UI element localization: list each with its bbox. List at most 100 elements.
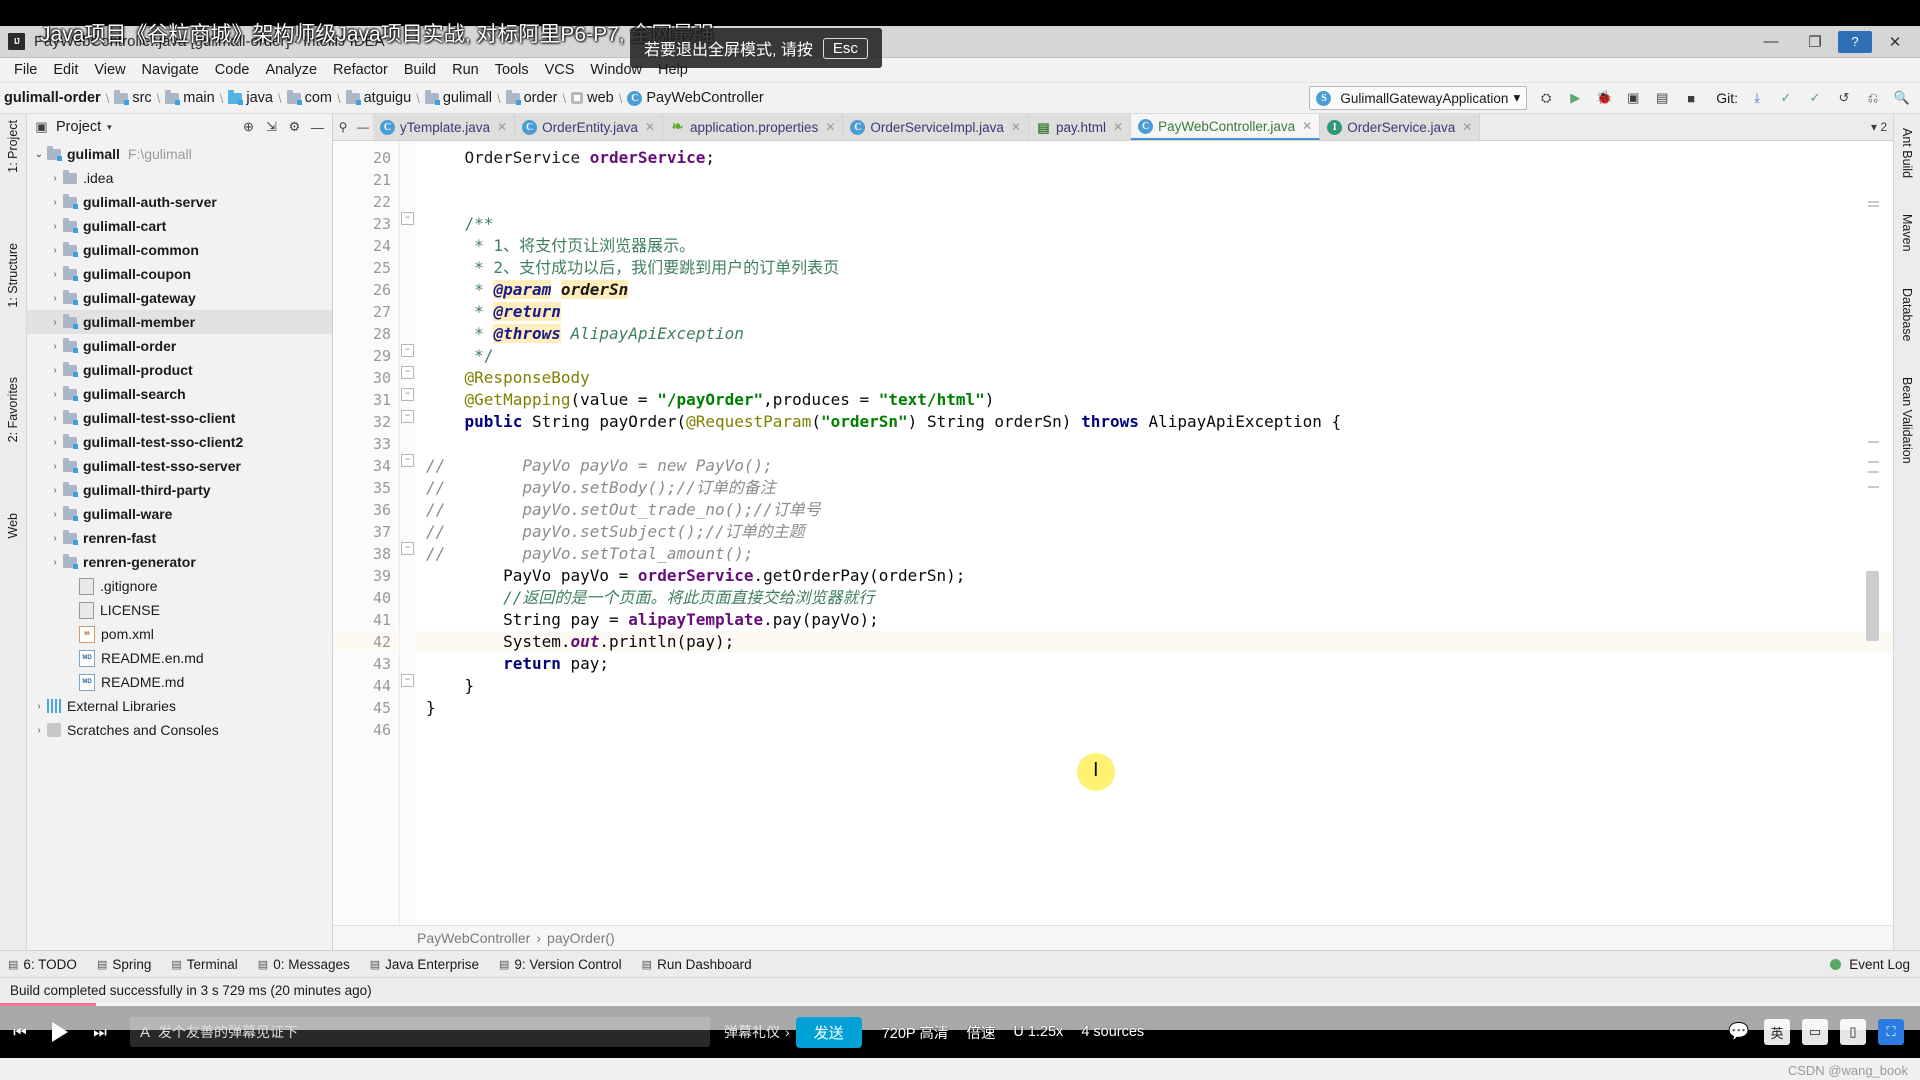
wide-screen-icon[interactable]: ▯ <box>1840 1019 1866 1045</box>
danmaku-etiquette-link[interactable]: 弹幕礼仪 › <box>724 1022 790 1042</box>
tree-node[interactable]: › gulimall-third-party <box>27 478 332 502</box>
tree-node[interactable]: › gulimall-test-sso-client2 <box>27 430 332 454</box>
code-line[interactable]: System.out.println(pay); <box>416 631 1893 653</box>
code-line[interactable]: @GetMapping(value = "/payOrder",produces… <box>416 389 1893 411</box>
breadcrumb-item-java[interactable]: java <box>228 89 273 106</box>
code-line[interactable] <box>416 719 1893 741</box>
debug-icon[interactable]: 🐞 <box>1594 88 1614 108</box>
tree-node[interactable]: MD README.en.md <box>27 646 332 670</box>
breadcrumb-item-paywebcontroller[interactable]: C PayWebController <box>627 90 764 106</box>
breadcrumb-item-main[interactable]: main <box>165 89 215 106</box>
chevron-icon[interactable]: › <box>31 725 47 736</box>
locate-icon[interactable]: ⊕ <box>240 119 257 136</box>
menu-item-build[interactable]: Build <box>396 60 444 80</box>
editor-tab[interactable]: ▤ pay.html ✕ <box>1028 114 1132 140</box>
code-line[interactable]: } <box>416 697 1893 719</box>
episode-selector[interactable]: U 1.25x <box>1013 1024 1063 1040</box>
code-line[interactable]: * 2、支付成功以后，我们要跳到用户的订单列表页 <box>416 257 1893 279</box>
chevron-icon[interactable]: › <box>47 317 63 328</box>
chevron-icon[interactable]: › <box>47 173 63 184</box>
send-danmaku-button[interactable]: 发送 <box>795 1016 862 1048</box>
pip-icon[interactable]: ▭ <box>1802 1019 1828 1045</box>
tree-node[interactable]: › renren-generator <box>27 550 332 574</box>
ime-cn-icon[interactable]: 英 <box>1764 1019 1790 1045</box>
code-line[interactable]: public String payOrder(@RequestParam("or… <box>416 411 1893 433</box>
chevron-icon[interactable]: › <box>47 461 63 472</box>
chevron-icon[interactable]: › <box>47 509 63 520</box>
menu-item-code[interactable]: Code <box>207 60 258 80</box>
run-icon[interactable]: ▶ <box>1565 88 1585 108</box>
chevron-icon[interactable]: › <box>31 701 47 712</box>
fold-toggle-icon[interactable]: − <box>401 388 414 401</box>
editor-tab[interactable]: C PayWebController.java ✕ <box>1131 114 1321 140</box>
chevron-icon[interactable]: › <box>47 413 63 424</box>
tree-node[interactable]: › gulimall-member <box>27 310 332 334</box>
chevron-icon[interactable]: › <box>47 557 63 568</box>
code-line[interactable]: // payVo.setBody();//订单的备注 <box>416 477 1893 499</box>
tool-strip-item-favorites[interactable]: 2: Favorites <box>6 377 20 442</box>
code-line[interactable]: * 1、将支付页让浏览器展示。 <box>416 235 1893 257</box>
close-icon[interactable]: ✕ <box>1113 120 1123 134</box>
tool-window-messages[interactable]: ▤ 0: Messages <box>258 957 350 972</box>
menu-item-refactor[interactable]: Refactor <box>325 60 396 80</box>
close-icon[interactable]: ✕ <box>1302 119 1312 133</box>
tree-node[interactable]: › gulimall-gateway <box>27 286 332 310</box>
hide-icon[interactable]: — <box>309 119 326 136</box>
rollback-icon[interactable]: ⎌ <box>1863 88 1883 108</box>
fold-toggle-icon[interactable]: − <box>401 366 414 379</box>
code-line[interactable]: OrderService orderService; <box>416 147 1893 169</box>
code-line[interactable]: */ <box>416 345 1893 367</box>
menu-item-vcs[interactable]: VCS <box>537 60 583 80</box>
code-line[interactable]: PayVo payVo = orderService.getOrderPay(o… <box>416 565 1893 587</box>
tree-node[interactable]: › Scratches and Consoles <box>27 718 332 742</box>
code-line[interactable]: * @param orderSn <box>416 279 1893 301</box>
editor-tab[interactable]: ❧ application.properties ✕ <box>662 114 844 140</box>
next-icon[interactable]: ⏭ <box>80 1012 120 1052</box>
fold-toggle-icon[interactable]: − <box>401 542 414 555</box>
breadcrumb-item-src[interactable]: src <box>114 89 152 106</box>
close-icon[interactable]: ✕ <box>1462 120 1472 134</box>
breadcrumb-class[interactable]: PayWebController <box>417 930 530 946</box>
profile-icon[interactable]: ▤ <box>1652 88 1672 108</box>
chevron-icon[interactable]: › <box>47 365 63 376</box>
tree-node[interactable]: › gulimall-test-sso-server <box>27 454 332 478</box>
menu-item-navigate[interactable]: Navigate <box>134 60 207 80</box>
code-line[interactable]: * @throws AlipayApiException <box>416 323 1893 345</box>
tool-strip-item-structure[interactable]: 1: Structure <box>6 243 20 308</box>
tree-node[interactable]: MD README.md <box>27 670 332 694</box>
settings-icon[interactable]: ⚙ <box>286 119 303 136</box>
tool-window-todo[interactable]: ▤ 6: TODO <box>8 957 77 972</box>
menu-item-file[interactable]: File <box>6 60 45 80</box>
tree-node[interactable]: .gitignore <box>27 574 332 598</box>
chevron-icon[interactable]: › <box>47 197 63 208</box>
editor-tab[interactable]: C OrderEntity.java ✕ <box>515 114 663 140</box>
menu-item-run[interactable]: Run <box>444 60 487 80</box>
danmaku-style-icon[interactable]: A <box>140 1024 150 1041</box>
tool-window-rundashboard[interactable]: ▤ Run Dashboard <box>642 957 752 972</box>
maximize-button[interactable]: ❐ <box>1794 29 1836 55</box>
commit-icon[interactable]: ✓ <box>1776 88 1796 108</box>
code-line[interactable] <box>416 433 1893 455</box>
tree-node[interactable]: › gulimall-auth-server <box>27 190 332 214</box>
chevron-icon[interactable]: › <box>47 533 63 544</box>
update-project-icon[interactable]: ⤓ <box>1747 88 1767 108</box>
help-button[interactable]: ? <box>1838 30 1872 53</box>
editor-tab[interactable]: C OrderServiceImpl.java ✕ <box>843 114 1029 140</box>
chevron-icon[interactable]: › <box>47 221 63 232</box>
fold-toggle-icon[interactable]: − <box>401 212 414 225</box>
breadcrumb-method[interactable]: payOrder() <box>547 930 615 946</box>
breadcrumb-item-gulimall[interactable]: gulimall <box>424 89 492 106</box>
video-progress-bar[interactable] <box>0 1003 1920 1006</box>
menu-item-edit[interactable]: Edit <box>45 60 86 80</box>
collapse-all-icon[interactable]: ⇲ <box>263 119 280 136</box>
close-icon[interactable]: ✕ <box>1011 120 1021 134</box>
menu-item-tools[interactable]: Tools <box>487 60 537 80</box>
code-line[interactable]: @ResponseBody <box>416 367 1893 389</box>
tool-window-versioncontrol[interactable]: ▤ 9: Version Control <box>499 957 622 972</box>
fold-toggle-icon[interactable]: − <box>401 454 414 467</box>
minimize-button[interactable]: — <box>1750 29 1792 55</box>
fold-gutter[interactable]: − − − − − − − − <box>400 141 416 925</box>
tool-strip-item-antbuild[interactable]: Ant Build <box>1900 128 1914 178</box>
editor-scrollbar-thumb[interactable] <box>1866 571 1879 641</box>
chevron-down-icon[interactable]: ▾ <box>107 122 112 133</box>
